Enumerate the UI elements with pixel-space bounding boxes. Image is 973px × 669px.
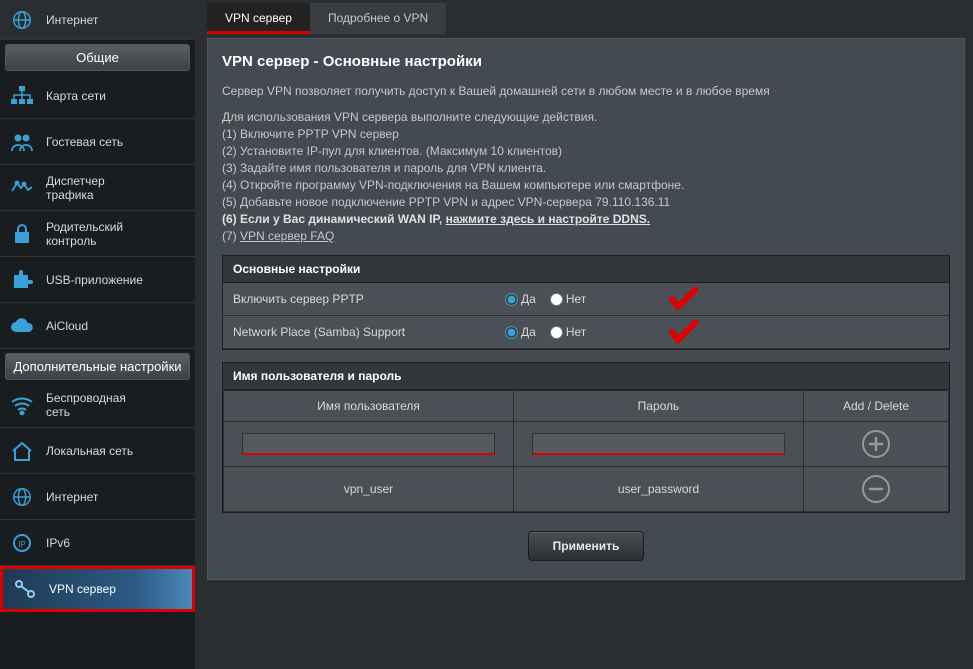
puzzle-icon xyxy=(8,269,36,291)
sidebar-item-label: Интернет xyxy=(46,490,98,504)
guest-icon xyxy=(8,131,36,153)
step-4: (4) Откройте программу VPN-подключения н… xyxy=(222,178,950,192)
step-7: (7) VPN сервер FAQ xyxy=(222,229,950,243)
globe-icon xyxy=(8,9,36,31)
step-5: (5) Добавьте новое подключение PPTP VPN … xyxy=(222,195,950,209)
table-row-new xyxy=(224,422,949,467)
sidebar-item-aicloud[interactable]: AiCloud xyxy=(0,303,195,349)
table-row: vpn_user user_password xyxy=(224,467,949,512)
cloud-icon xyxy=(8,315,36,337)
sidebar-item-wan[interactable]: Интернет xyxy=(0,474,195,520)
sidebar-item-parental-control[interactable]: Родительскийконтроль xyxy=(0,211,195,257)
sidebar-item-internet-top[interactable]: Интернет xyxy=(0,0,195,40)
radio-input[interactable] xyxy=(505,293,518,306)
main-content: VPN сервер Подробнее о VPN VPN сервер - … xyxy=(195,0,973,669)
step-6: (6) Если у Вас динамический WAN IP, нажм… xyxy=(222,212,950,226)
instruction-steps: Для использования VPN сервера выполните … xyxy=(222,110,950,243)
delete-button[interactable] xyxy=(862,475,890,503)
row-label: Network Place (Samba) Support xyxy=(233,325,468,339)
sidebar-item-label: Беспроводнаясеть xyxy=(46,391,126,419)
apply-row: Применить xyxy=(222,531,950,561)
row-enable-pptp: Включить сервер PPTP Да Нет xyxy=(223,283,949,316)
page-intro: Сервер VPN позволяет получить доступ к В… xyxy=(222,84,950,98)
radio-input[interactable] xyxy=(550,326,563,339)
sidebar-item-label: AiCloud xyxy=(46,319,88,333)
col-action: Add / Delete xyxy=(804,391,949,422)
radio-input[interactable] xyxy=(550,293,563,306)
basic-settings-section: Основные настройки Включить сервер PPTP … xyxy=(222,255,950,350)
steps-intro: Для использования VPN сервера выполните … xyxy=(222,110,950,124)
sidebar-item-network-map[interactable]: Карта сети xyxy=(0,73,195,119)
users-table: Имя пользователя Пароль Add / Delete vpn… xyxy=(223,390,949,512)
cell-password: user_password xyxy=(514,467,804,512)
row-samba-support: Network Place (Samba) Support Да Нет xyxy=(223,316,949,349)
sidebar-item-label: Диспетчертрафика xyxy=(46,174,105,202)
step-3: (3) Задайте имя пользователя и пароль дл… xyxy=(222,161,950,175)
username-input[interactable] xyxy=(242,433,495,455)
checkmark-annotation-icon xyxy=(668,287,698,311)
sidebar-item-label: IPv6 xyxy=(46,536,70,550)
sidebar-item-usb-app[interactable]: USB-приложение xyxy=(0,257,195,303)
sidebar-item-label: Гостевая сеть xyxy=(46,135,123,149)
sidebar-item-label: Карта сети xyxy=(46,89,106,103)
page-panel: VPN сервер - Основные настройки Сервер V… xyxy=(207,38,965,580)
step-2: (2) Установите IP-пул для клиентов. (Мак… xyxy=(222,144,950,158)
home-icon xyxy=(8,440,36,462)
globe-icon xyxy=(8,486,36,508)
page-title: VPN сервер - Основные настройки xyxy=(222,53,950,70)
table-header-row: Имя пользователя Пароль Add / Delete xyxy=(224,391,949,422)
row-label: Включить сервер PPTP xyxy=(233,292,468,306)
radio-pptp-no[interactable]: Нет xyxy=(550,292,586,306)
tab-vpn-server[interactable]: VPN сервер xyxy=(207,3,310,34)
sidebar-section-general: Общие xyxy=(5,44,190,71)
sidebar-item-label: Родительскийконтроль xyxy=(46,220,123,248)
col-username: Имя пользователя xyxy=(224,391,514,422)
sidebar-item-vpn-server[interactable]: VPN сервер xyxy=(0,566,195,612)
wifi-icon xyxy=(8,394,36,416)
vpn-icon xyxy=(11,578,39,600)
radio-group-samba: Да Нет xyxy=(505,325,586,339)
radio-samba-yes[interactable]: Да xyxy=(505,325,536,339)
sidebar-item-label: Интернет xyxy=(46,13,98,27)
tab-vpn-details[interactable]: Подробнее о VPN xyxy=(310,3,446,34)
col-password: Пароль xyxy=(514,391,804,422)
apply-button[interactable]: Применить xyxy=(528,531,645,561)
ipv6-icon: IP xyxy=(8,532,36,554)
radio-samba-no[interactable]: Нет xyxy=(550,325,586,339)
add-button[interactable] xyxy=(862,430,890,458)
sidebar-item-label: VPN сервер xyxy=(49,582,116,596)
traffic-icon xyxy=(8,177,36,199)
cell-username: vpn_user xyxy=(224,467,514,512)
svg-text:IP: IP xyxy=(18,540,26,549)
tab-bar: VPN сервер Подробнее о VPN xyxy=(207,3,965,34)
sidebar-item-lan[interactable]: Локальная сеть xyxy=(0,428,195,474)
radio-pptp-yes[interactable]: Да xyxy=(505,292,536,306)
sidebar-item-ipv6[interactable]: IP IPv6 xyxy=(0,520,195,566)
radio-group-pptp: Да Нет xyxy=(505,292,586,306)
vpn-faq-link[interactable]: VPN сервер FAQ xyxy=(240,229,334,243)
sidebar-item-traffic-manager[interactable]: Диспетчертрафика xyxy=(0,165,195,211)
lock-icon xyxy=(8,223,36,245)
sidebar-item-label: Локальная сеть xyxy=(46,444,133,458)
checkmark-annotation-icon xyxy=(668,320,698,344)
password-input[interactable] xyxy=(532,433,785,455)
ddns-link[interactable]: нажмите здесь и настройте DDNS. xyxy=(446,212,651,226)
sidebar-item-label: USB-приложение xyxy=(46,273,143,287)
users-section: Имя пользователя и пароль Имя пользовате… xyxy=(222,362,950,513)
step-1: (1) Включите PPTP VPN сервер xyxy=(222,127,950,141)
section-header-basic: Основные настройки xyxy=(223,256,949,283)
radio-input[interactable] xyxy=(505,326,518,339)
sidebar: Интернет Общие Карта сети Гостевая сеть … xyxy=(0,0,195,669)
sidebar-item-wireless[interactable]: Беспроводнаясеть xyxy=(0,382,195,428)
network-map-icon xyxy=(8,85,36,107)
sidebar-section-advanced: Дополнительные настройки xyxy=(5,353,190,380)
section-header-users: Имя пользователя и пароль xyxy=(223,363,949,390)
sidebar-item-guest-network[interactable]: Гостевая сеть xyxy=(0,119,195,165)
